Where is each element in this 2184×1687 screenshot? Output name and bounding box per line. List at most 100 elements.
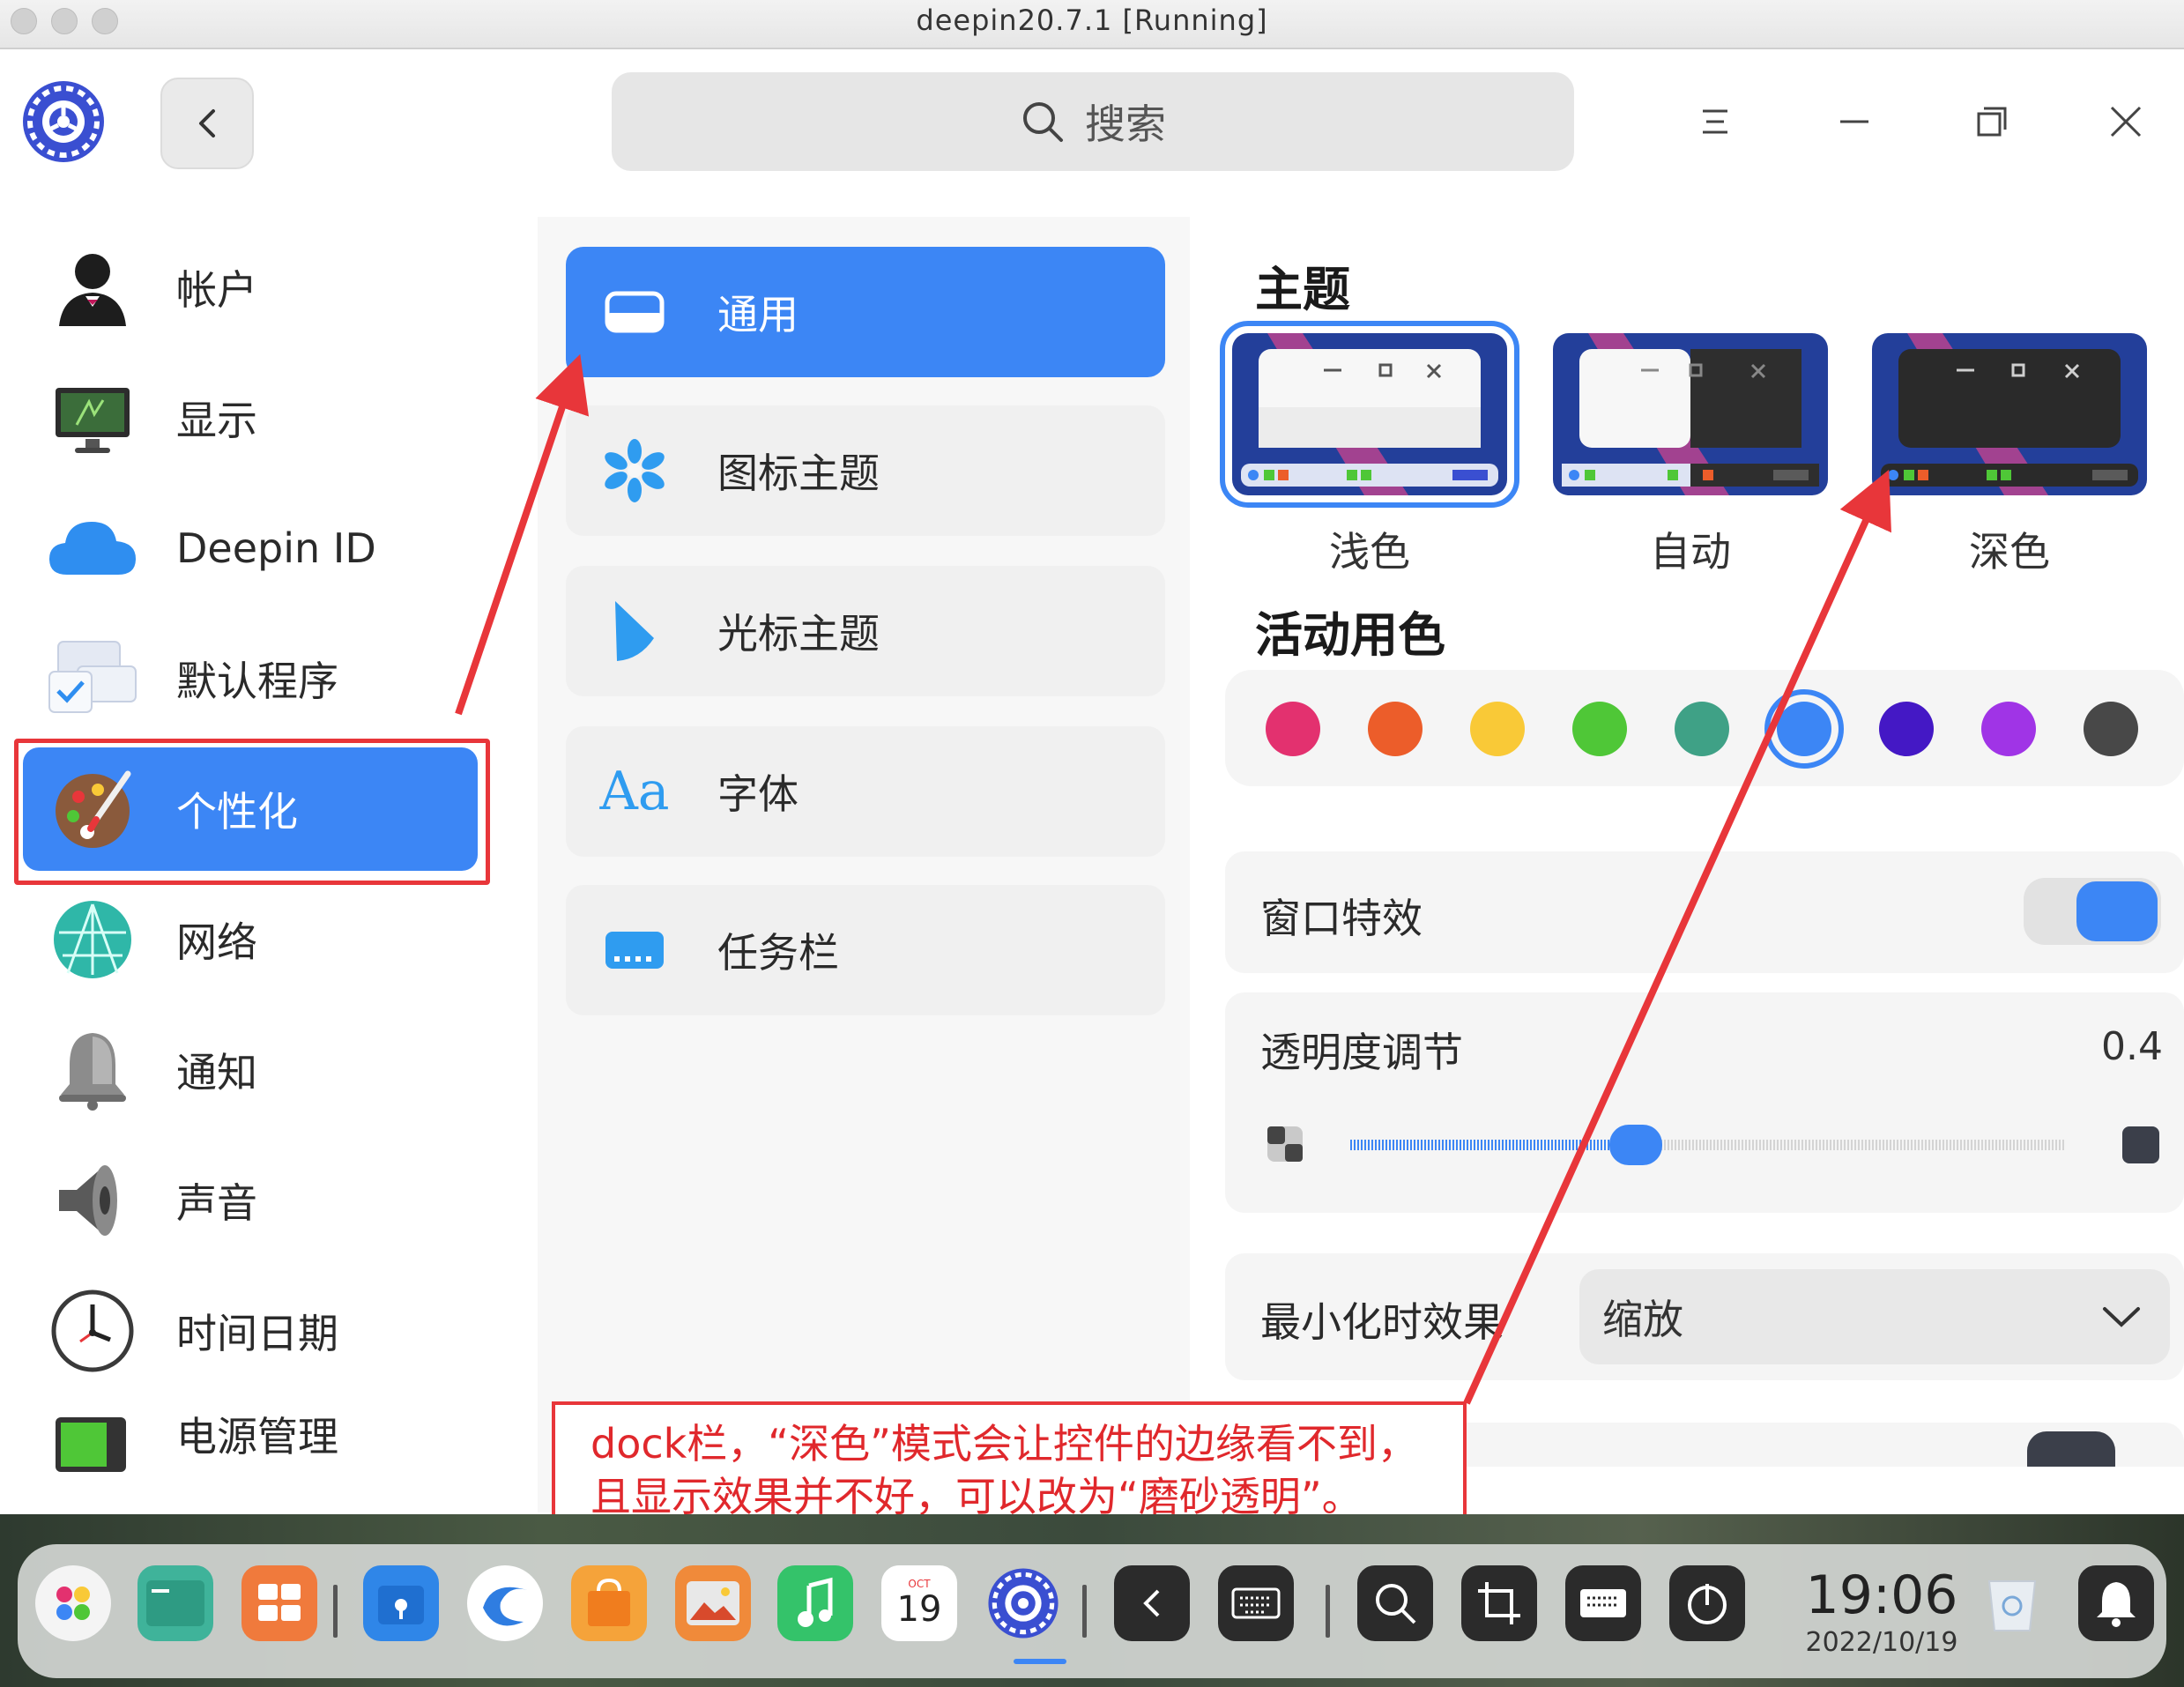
sidebar-item-label: 时间日期 bbox=[176, 1310, 338, 1357]
sidebar-item-power[interactable]: 电源管理 bbox=[23, 1396, 478, 1484]
minimize-icon bbox=[1840, 120, 1868, 123]
transparency-row: 透明度调节 0.4 bbox=[1225, 992, 2184, 1213]
accent-swatch-orange[interactable] bbox=[1368, 702, 1423, 756]
app-store-icon[interactable] bbox=[571, 1565, 647, 1641]
dock-clock-date: 2022/10/19 bbox=[1805, 1627, 1958, 1658]
default-apps-icon bbox=[46, 632, 139, 725]
account-icon bbox=[46, 241, 139, 334]
terminal-icon[interactable] bbox=[137, 1565, 213, 1641]
window-effect-toggle[interactable] bbox=[2024, 878, 2161, 945]
sidebar-item-label: 默认程序 bbox=[176, 658, 338, 705]
trash-icon[interactable] bbox=[1974, 1565, 2050, 1641]
close-icon bbox=[2110, 106, 2142, 137]
dock-separator bbox=[1326, 1585, 1330, 1638]
maximize-icon bbox=[1977, 107, 2007, 137]
dock-icon bbox=[601, 917, 668, 984]
close-button[interactable] bbox=[2099, 95, 2152, 148]
onscreen-keyboard-icon[interactable] bbox=[1565, 1565, 1641, 1641]
power-icon[interactable] bbox=[1669, 1565, 1745, 1641]
accent-color-row bbox=[1225, 670, 2184, 786]
active-app-indicator bbox=[1014, 1659, 1066, 1664]
subnav-item-label: 图标主题 bbox=[717, 450, 880, 497]
maximize-button[interactable] bbox=[1965, 95, 2018, 148]
theme-option-auto[interactable] bbox=[1553, 333, 1828, 495]
chevron-down-icon bbox=[2103, 1307, 2140, 1327]
accent-swatch-purple[interactable] bbox=[1981, 702, 2036, 756]
menu-icon bbox=[1703, 109, 1727, 134]
sidebar-item-deepin-id[interactable]: Deepin ID bbox=[23, 487, 478, 610]
minimize-effect-label: 最小化时效果 bbox=[1260, 1298, 1504, 1346]
dock-separator bbox=[1082, 1585, 1087, 1638]
back-arrow-icon bbox=[199, 109, 215, 137]
accent-swatch-teal[interactable] bbox=[1675, 702, 1729, 756]
subnav-item-icon-theme[interactable]: 图标主题 bbox=[566, 405, 1165, 536]
subnav-item-label: 通用 bbox=[717, 291, 799, 338]
dock-clock-time[interactable]: 19:06 bbox=[1798, 1569, 1965, 1622]
search-input[interactable]: 搜索 bbox=[612, 72, 1574, 171]
calendar-icon[interactable]: OCT 19 bbox=[881, 1565, 957, 1641]
network-icon bbox=[46, 893, 139, 986]
transparency-slider[interactable] bbox=[1350, 1125, 2073, 1165]
keyboard-icon[interactable] bbox=[1218, 1565, 1294, 1641]
highlight-frame bbox=[14, 739, 490, 885]
settings-panel: 主题 浅色 自动 深色 活动用色 窗口特效 透明度调节 0.4 最小化时效果 缩… bbox=[1202, 217, 2184, 1512]
transparency-low-icon bbox=[1267, 1126, 1303, 1162]
theme-option-light[interactable] bbox=[1220, 321, 1519, 508]
theme-label-auto: 自动 bbox=[1650, 528, 1731, 576]
display-icon bbox=[46, 371, 139, 464]
subnav-item-general[interactable]: 通用 bbox=[566, 247, 1165, 377]
menu-button[interactable] bbox=[1689, 95, 1742, 148]
subnav-item-label: 光标主题 bbox=[717, 610, 880, 658]
back-arrow-icon[interactable] bbox=[1114, 1565, 1190, 1641]
window-effect-row: 窗口特效 bbox=[1225, 851, 2184, 973]
control-center-icon[interactable] bbox=[985, 1565, 1061, 1641]
notification-bell-icon[interactable] bbox=[2078, 1565, 2154, 1641]
accent-swatch-pink[interactable] bbox=[1266, 702, 1320, 756]
sidebar-item-datetime[interactable]: 时间日期 bbox=[23, 1269, 478, 1393]
dock-separator bbox=[333, 1585, 338, 1638]
minimize-effect-select[interactable]: 缩放 bbox=[1579, 1269, 2170, 1364]
browser-icon[interactable] bbox=[467, 1565, 543, 1641]
subnav-item-cursor-theme[interactable]: 光标主题 bbox=[566, 566, 1165, 696]
image-viewer-icon[interactable] bbox=[675, 1565, 751, 1641]
sidebar-item-account[interactable]: 帐户 bbox=[23, 226, 478, 349]
font-icon: Aa bbox=[599, 761, 670, 822]
launcher-icon[interactable] bbox=[35, 1565, 111, 1641]
window-general-icon bbox=[601, 279, 668, 346]
music-icon[interactable] bbox=[777, 1565, 853, 1641]
accent-swatch-gray[interactable] bbox=[2084, 702, 2138, 756]
subnav-item-dock[interactable]: 任务栏 bbox=[566, 885, 1165, 1015]
screenshot-icon[interactable] bbox=[1461, 1565, 1537, 1641]
clock-icon bbox=[46, 1284, 139, 1378]
sidebar-item-notification[interactable]: 通知 bbox=[23, 1008, 478, 1132]
sidebar-item-label: 电源管理 bbox=[176, 1413, 338, 1460]
multitask-view-icon[interactable] bbox=[241, 1565, 317, 1641]
accent-swatch-green[interactable] bbox=[1572, 702, 1627, 756]
sidebar-item-display[interactable]: 显示 bbox=[23, 356, 478, 479]
minimize-button[interactable] bbox=[1828, 95, 1881, 148]
cloud-icon bbox=[46, 502, 139, 595]
minimize-effect-value: 缩放 bbox=[1602, 1296, 1683, 1343]
search-icon[interactable] bbox=[1357, 1565, 1433, 1641]
host-window-title: deepin20.7.1 [Running] bbox=[916, 4, 1268, 37]
file-manager-icon[interactable] bbox=[363, 1565, 439, 1641]
theme-label-dark: 深色 bbox=[1969, 528, 2050, 576]
accent-swatch-blue[interactable] bbox=[1764, 689, 1844, 769]
sidebar-item-network[interactable]: 网络 bbox=[23, 878, 478, 1001]
theme-option-dark[interactable] bbox=[1872, 333, 2147, 495]
settings-logo-icon bbox=[19, 78, 108, 166]
accent-section-title: 活动用色 bbox=[1255, 607, 1445, 663]
back-button[interactable] bbox=[160, 78, 254, 169]
accent-swatch-indigo[interactable] bbox=[1879, 702, 1934, 756]
theme-section-title: 主题 bbox=[1255, 262, 1350, 317]
transparency-label: 透明度调节 bbox=[1260, 1029, 1463, 1076]
icon-theme-icon bbox=[601, 437, 668, 504]
search-icon bbox=[1023, 102, 1063, 142]
subnav-item-font[interactable]: Aa 字体 bbox=[566, 726, 1165, 857]
accent-swatch-yellow[interactable] bbox=[1470, 702, 1525, 756]
sidebar-item-sound[interactable]: 声音 bbox=[23, 1139, 478, 1262]
calendar-day: 19 bbox=[896, 1589, 942, 1630]
notification-bell-icon bbox=[46, 1023, 139, 1117]
sidebar-item-default-apps[interactable]: 默认程序 bbox=[23, 617, 478, 740]
battery-icon bbox=[46, 1405, 139, 1475]
